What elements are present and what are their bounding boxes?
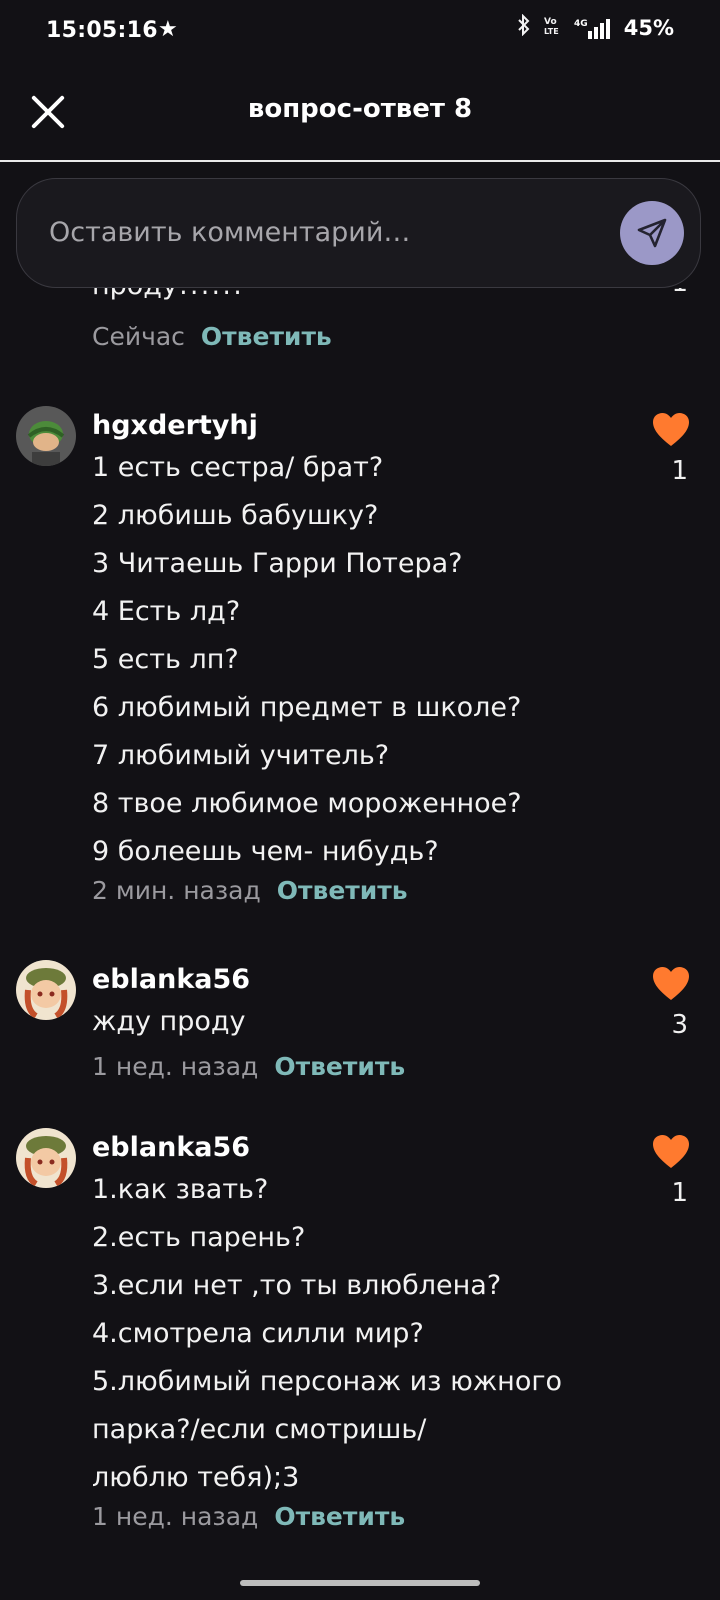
comment-line: 9 болеешь чем- нибудь? bbox=[92, 836, 439, 867]
like-count: 1 bbox=[648, 288, 688, 298]
comment-time: 1 нед. назад bbox=[92, 1052, 259, 1081]
comment-line: парка?/если смотришь/ bbox=[92, 1414, 427, 1445]
comment-line: 3 Читаешь Гарри Потера? bbox=[92, 548, 463, 579]
heart-icon[interactable] bbox=[652, 1134, 690, 1170]
status-bar: 15:05:16 ★ Vo LTE 4G 45% bbox=[0, 0, 720, 64]
comment-line: 5.любимый персонаж из южного bbox=[92, 1366, 563, 1397]
heart-icon[interactable] bbox=[652, 966, 690, 1002]
reply-button[interactable]: Ответить bbox=[274, 1052, 405, 1081]
page-title: вопрос-ответ 8 bbox=[247, 94, 473, 124]
comment-time: Сейчас bbox=[92, 322, 185, 351]
reply-button[interactable]: Ответить bbox=[201, 322, 332, 351]
avatar[interactable] bbox=[16, 1128, 76, 1188]
comment-line: 7 любимый учитель? bbox=[92, 740, 390, 771]
comment-line: 3.если нет ,то ты влюблена? bbox=[92, 1270, 502, 1301]
comment-line: проду!!!!!! bbox=[92, 288, 652, 310]
comment-line: 4.смотрела силли мир? bbox=[92, 1318, 424, 1349]
avatar[interactable] bbox=[16, 960, 76, 1020]
comment-author[interactable]: eblanka56 bbox=[92, 1132, 250, 1163]
battery-level: 45% bbox=[623, 15, 674, 40]
header: вопрос-ответ 8 bbox=[0, 64, 720, 162]
volte-icon: Vo LTE bbox=[542, 14, 564, 41]
comment-line: 2.есть парень? bbox=[92, 1222, 306, 1253]
comment-input[interactable]: Оставить комментарий… bbox=[16, 178, 701, 288]
comment-author[interactable]: hgxdertyhj bbox=[92, 410, 258, 441]
svg-text:LTE: LTE bbox=[544, 27, 559, 36]
comment-line: 5 есть лп? bbox=[92, 644, 239, 675]
comment-text: 1 есть сестра/ брат? 2 любишь бабушку? 3… bbox=[92, 444, 652, 876]
comment-meta: 1 нед. назад Ответить bbox=[92, 1502, 405, 1531]
bluetooth-icon bbox=[516, 13, 532, 41]
svg-text:Vo: Vo bbox=[544, 17, 557, 27]
send-icon bbox=[637, 218, 667, 248]
svg-text:4G: 4G bbox=[574, 19, 588, 29]
like-count: 3 bbox=[671, 1010, 688, 1040]
like-count: 1 bbox=[671, 456, 688, 486]
comments-list: проду!!!!!! 1 Сейчас Ответить hgxdertyhj… bbox=[0, 288, 720, 1575]
4g-signal-icon: 4G bbox=[574, 17, 614, 39]
comment-line: 1 есть сестра/ брат? bbox=[92, 452, 384, 483]
comment-time: 2 мин. назад bbox=[92, 876, 261, 905]
comment-line: 8 твое любимое мороженное? bbox=[92, 788, 522, 819]
comment-line: 6 любимый предмет в школе? bbox=[92, 692, 522, 723]
avatar[interactable] bbox=[16, 406, 76, 466]
send-button[interactable] bbox=[620, 201, 684, 265]
gesture-nav-bar[interactable] bbox=[240, 1580, 480, 1586]
comment-text: проду!!!!!! bbox=[92, 288, 652, 310]
reply-button[interactable]: Ответить bbox=[274, 1502, 405, 1531]
comment-meta: 2 мин. назад Ответить bbox=[92, 876, 408, 905]
comment-meta: 1 нед. назад Ответить bbox=[92, 1052, 405, 1081]
comment-line: жду проду bbox=[92, 1006, 246, 1037]
comment-line: 1.как звать? bbox=[92, 1174, 269, 1205]
heart-icon[interactable] bbox=[652, 412, 690, 448]
comment-meta: Сейчас Ответить bbox=[92, 322, 332, 351]
status-time: 15:05:16 bbox=[46, 18, 158, 43]
reply-button[interactable]: Ответить bbox=[277, 876, 408, 905]
status-icons: Vo LTE 4G 45% bbox=[516, 13, 674, 41]
comment-text: 1.как звать? 2.есть парень? 3.если нет ,… bbox=[92, 1166, 652, 1502]
like-count: 1 bbox=[671, 1178, 688, 1208]
comment-text: жду проду bbox=[92, 998, 652, 1046]
comment-line: 2 любишь бабушку? bbox=[92, 500, 379, 531]
comment-input-placeholder: Оставить комментарий… bbox=[49, 217, 411, 248]
comment-line: 4 Есть лд? bbox=[92, 596, 241, 627]
comment-line: люблю тебя);3 bbox=[92, 1462, 300, 1493]
star-icon: ★ bbox=[158, 17, 178, 42]
comment-time: 1 нед. назад bbox=[92, 1502, 259, 1531]
comment-author[interactable]: eblanka56 bbox=[92, 964, 250, 995]
